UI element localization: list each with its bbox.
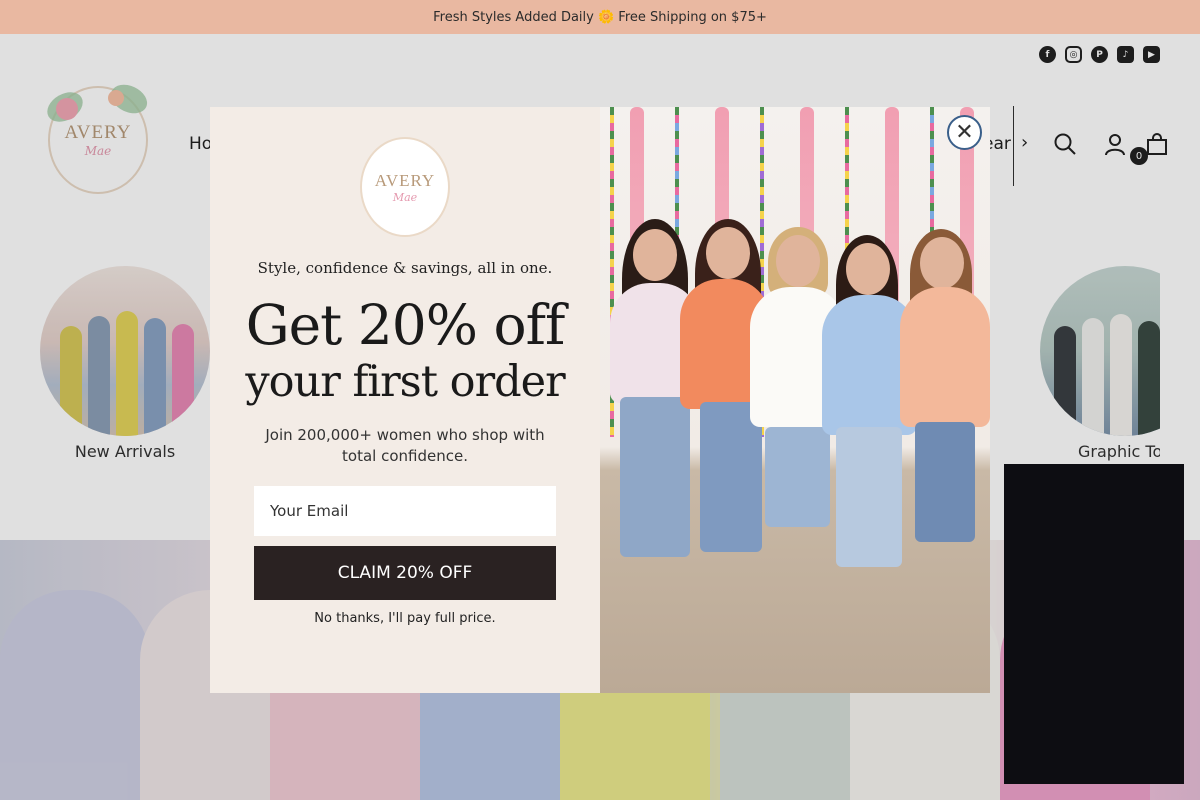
decline-link[interactable]: No thanks, I'll pay full price. bbox=[210, 611, 600, 626]
email-input[interactable] bbox=[254, 486, 556, 536]
popup-image bbox=[600, 107, 990, 693]
popup-subtext: Join 200,000+ women who shop with total … bbox=[265, 426, 545, 465]
video-widget[interactable] bbox=[1004, 464, 1184, 784]
close-icon[interactable]: ✕ bbox=[947, 115, 982, 150]
popup-headline-2: your first order bbox=[245, 357, 565, 407]
announcement-bar: Fresh Styles Added Daily 🌼 Free Shipping… bbox=[0, 0, 1200, 34]
discount-popup: AVERY Mae Style, confidence & savings, a… bbox=[210, 107, 990, 693]
popup-logo-text: AVERY bbox=[374, 170, 436, 190]
popup-logo: AVERY Mae bbox=[360, 137, 450, 237]
popup-logo-script: Mae bbox=[392, 190, 418, 204]
announcement-text: Fresh Styles Added Daily 🌼 Free Shipping… bbox=[433, 9, 767, 25]
popup-headline: Get 20% off bbox=[245, 293, 566, 357]
popup-content: AVERY Mae Style, confidence & savings, a… bbox=[210, 107, 600, 693]
claim-discount-button[interactable]: CLAIM 20% OFF bbox=[254, 546, 556, 600]
popup-tagline: Style, confidence & savings, all in one. bbox=[257, 259, 553, 277]
